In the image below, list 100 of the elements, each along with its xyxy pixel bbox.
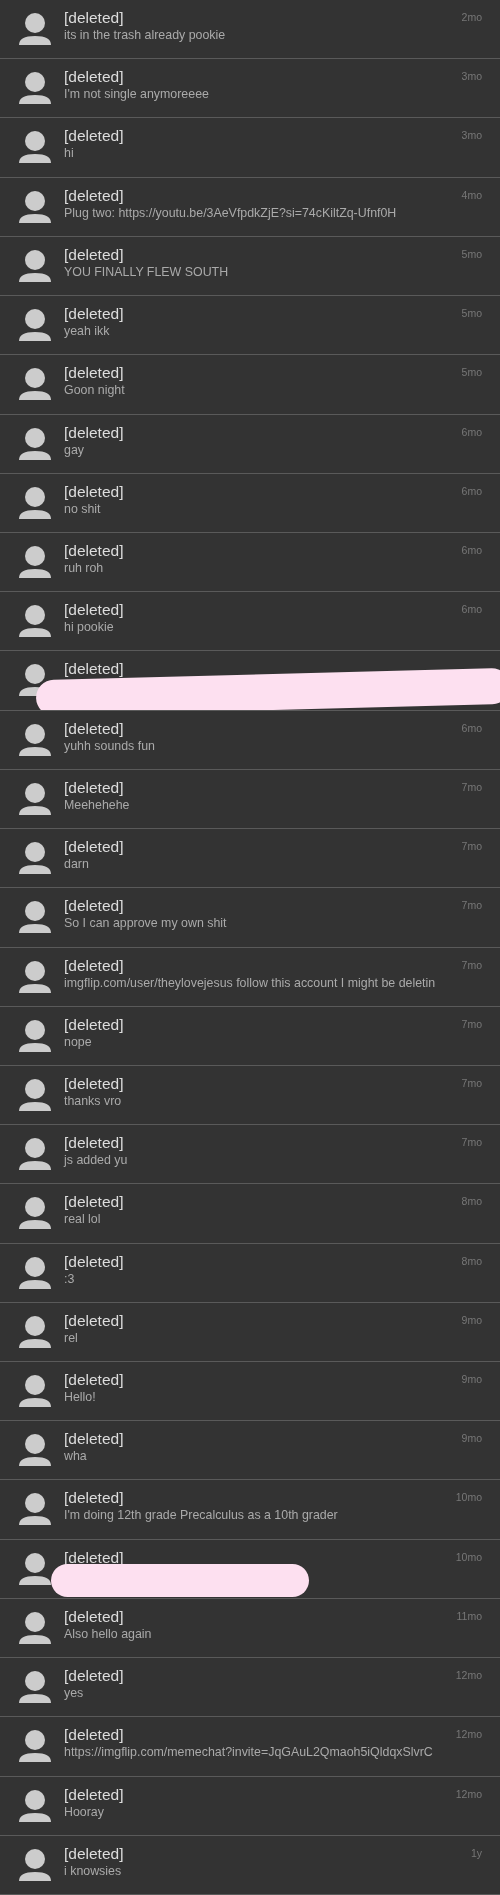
username: [deleted] <box>64 1667 124 1686</box>
avatar-icon <box>19 486 51 519</box>
username: [deleted] <box>64 1193 124 1212</box>
avatar-icon <box>19 427 51 460</box>
message-text: I'm not single anymoreeee <box>64 86 209 103</box>
username: [deleted] <box>64 1252 124 1271</box>
avatar-icon <box>19 1552 51 1585</box>
message-text: wha <box>64 1448 87 1465</box>
message-text: i knowsies <box>64 1862 122 1879</box>
username: [deleted] <box>64 186 124 205</box>
timestamp: 7mo <box>461 1076 482 1089</box>
username: [deleted] <box>64 68 124 87</box>
message-text: real lol <box>64 1211 101 1228</box>
avatar-icon <box>19 1671 51 1704</box>
timestamp: 12mo <box>455 1669 482 1682</box>
timestamp: 11mo <box>456 1609 482 1622</box>
message-text: So I can approve my own shit <box>64 915 227 932</box>
timestamp: 1y <box>470 1846 482 1859</box>
avatar-icon <box>19 1611 51 1644</box>
timestamp: 6mo <box>461 543 482 556</box>
avatar-icon <box>19 1197 51 1230</box>
username: [deleted] <box>64 719 124 738</box>
timestamp: 4mo <box>461 188 482 201</box>
timestamp: 7mo <box>461 1136 482 1149</box>
message-text: yes <box>64 1685 84 1702</box>
avatar-icon <box>19 309 51 342</box>
avatar-icon <box>19 1434 51 1467</box>
avatar-icon <box>19 723 51 756</box>
username: [deleted] <box>64 778 124 797</box>
message-text: :3 <box>64 1270 75 1287</box>
timestamp: 8mo <box>461 1195 482 1208</box>
username: [deleted] <box>64 1134 124 1153</box>
username: [deleted] <box>64 1430 124 1449</box>
timestamp: 7mo <box>461 780 482 793</box>
message-text: darn <box>64 856 89 873</box>
message-text: Plug two: https://youtu.be/3AeVfpdkZjE?si=74cKiltZq-Ufnf0H <box>64 204 397 221</box>
timestamp: 9mo <box>461 1432 482 1445</box>
username: [deleted] <box>64 1015 124 1034</box>
avatar-icon <box>19 1019 51 1052</box>
username: [deleted] <box>64 1489 124 1508</box>
message-text: yeah ikk <box>64 323 110 340</box>
timestamp: 7mo <box>461 899 482 912</box>
message-text: js added yu <box>64 1152 128 1169</box>
avatar-icon <box>19 13 51 45</box>
username: [deleted] <box>64 245 124 264</box>
avatar-icon <box>19 1730 51 1763</box>
timestamp: 2mo <box>461 11 482 23</box>
username: [deleted] <box>64 1548 124 1567</box>
message-text: imgflip.com/user/theylovejesus follow this account I might be deletin <box>64 974 436 991</box>
timestamp: 8mo <box>461 1254 482 1267</box>
timestamp: 12mo <box>455 1728 482 1741</box>
avatar-icon <box>19 1078 51 1111</box>
avatar-icon <box>19 842 51 875</box>
timestamp: 6mo <box>461 425 482 438</box>
message-text: Meehehehe <box>64 796 130 813</box>
username: [deleted] <box>64 660 124 679</box>
message-text: no shit <box>64 500 101 517</box>
username: [deleted] <box>64 1726 124 1745</box>
username: [deleted] <box>64 956 124 975</box>
timestamp: 10mo <box>455 1550 482 1563</box>
avatar-icon <box>19 1789 51 1822</box>
username: [deleted] <box>64 1785 124 1804</box>
avatar-icon <box>19 131 51 164</box>
timestamp: 5mo <box>461 307 482 320</box>
avatar-icon <box>19 1138 51 1171</box>
message-text: hi pookie <box>64 619 114 636</box>
username: [deleted] <box>64 305 124 324</box>
avatar-icon <box>19 1315 51 1348</box>
username: [deleted] <box>64 1074 124 1093</box>
username: [deleted] <box>64 1311 124 1330</box>
message-text: ruh roh <box>64 559 104 576</box>
timestamp: 6mo <box>461 484 482 497</box>
username: [deleted] <box>64 838 124 857</box>
avatar-icon <box>19 782 51 815</box>
message-text: yuhh sounds fun <box>64 737 155 754</box>
message-text: gay <box>64 441 84 458</box>
avatar-icon <box>19 960 51 993</box>
avatar-icon <box>19 249 51 282</box>
message-text: rel <box>64 1329 78 1346</box>
avatar-icon <box>19 1256 51 1289</box>
timestamp: 3mo <box>461 129 482 142</box>
timestamp: 7mo <box>461 840 482 853</box>
message-text: Hello! <box>64 1389 96 1406</box>
timestamp: 12mo <box>455 1787 482 1800</box>
username: [deleted] <box>64 601 124 620</box>
username: [deleted] <box>64 482 124 501</box>
message-text: hi <box>64 145 74 162</box>
avatar-icon <box>19 901 51 934</box>
avatar-icon <box>19 545 51 578</box>
avatar-icon <box>19 1848 51 1881</box>
username: [deleted] <box>64 1607 124 1626</box>
message-text: I'm doing 12th grade Precalculus as a 10th grader <box>64 1507 338 1524</box>
username: [deleted] <box>64 423 124 442</box>
username: [deleted] <box>64 364 124 383</box>
timestamp: 9mo <box>461 1313 482 1326</box>
timestamp: 6mo <box>461 721 482 734</box>
username: [deleted] <box>64 9 124 27</box>
message-text: Goon night <box>64 382 125 399</box>
timestamp: 5mo <box>461 247 482 260</box>
avatar-icon <box>19 368 51 401</box>
